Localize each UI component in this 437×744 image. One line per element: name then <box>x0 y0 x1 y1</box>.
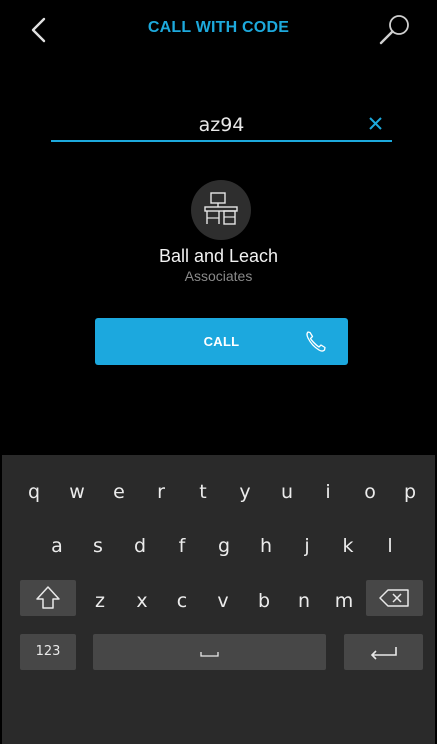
key-d[interactable]: d <box>122 528 158 564</box>
key-a[interactable]: a <box>39 528 75 564</box>
key-m[interactable]: m <box>326 583 362 619</box>
key-z[interactable]: z <box>82 583 118 619</box>
key-n[interactable]: n <box>286 583 322 619</box>
key-j[interactable]: j <box>289 528 325 564</box>
enter-key[interactable] <box>344 634 423 670</box>
enter-icon <box>370 647 397 660</box>
key-q[interactable]: q <box>16 474 52 510</box>
key-w[interactable]: w <box>59 474 95 510</box>
code-input-value[interactable]: az94 <box>51 114 392 136</box>
backspace-key[interactable] <box>366 580 423 616</box>
key-i[interactable]: i <box>310 474 346 510</box>
shift-key[interactable] <box>20 580 76 616</box>
key-v[interactable]: v <box>205 583 241 619</box>
organization-name: Ball and Leach <box>158 246 279 266</box>
page-title: CALL WITH CODE <box>147 19 290 36</box>
space-icon <box>200 652 219 657</box>
key-e[interactable]: e <box>101 474 137 510</box>
key-f[interactable]: f <box>164 528 200 564</box>
office-desk-glyph <box>204 192 238 225</box>
keyboard: qwertyuiop asdfghjkl zxcvbnm 123 <box>2 455 435 744</box>
key-x[interactable]: x <box>124 583 160 619</box>
key-c[interactable]: c <box>164 583 200 619</box>
space-key[interactable] <box>93 634 326 670</box>
key-s[interactable]: s <box>80 528 116 564</box>
key-h[interactable]: h <box>248 528 284 564</box>
office-desk-icon <box>191 180 251 240</box>
shift-icon <box>36 586 60 609</box>
search-icon[interactable] <box>377 12 413 48</box>
key-u[interactable]: u <box>269 474 305 510</box>
close-icon[interactable] <box>366 112 386 134</box>
key-g[interactable]: g <box>206 528 242 564</box>
numbers-key[interactable]: 123 <box>20 634 76 670</box>
key-o[interactable]: o <box>352 474 388 510</box>
key-t[interactable]: t <box>185 474 221 510</box>
key-y[interactable]: y <box>227 474 263 510</box>
key-r[interactable]: r <box>143 474 179 510</box>
key-p[interactable]: p <box>392 474 428 510</box>
header-bar: CALL WITH CODE <box>0 0 437 60</box>
organization-subtitle: Associates <box>184 268 253 284</box>
phone-icon <box>306 331 326 352</box>
code-input[interactable]: az94 <box>51 108 392 142</box>
key-b[interactable]: b <box>246 583 282 619</box>
key-l[interactable]: l <box>372 528 408 564</box>
call-button[interactable]: CALL <box>95 318 348 365</box>
numbers-key-label: 123 <box>35 644 61 659</box>
key-k[interactable]: k <box>330 528 366 564</box>
backspace-icon <box>379 589 409 607</box>
